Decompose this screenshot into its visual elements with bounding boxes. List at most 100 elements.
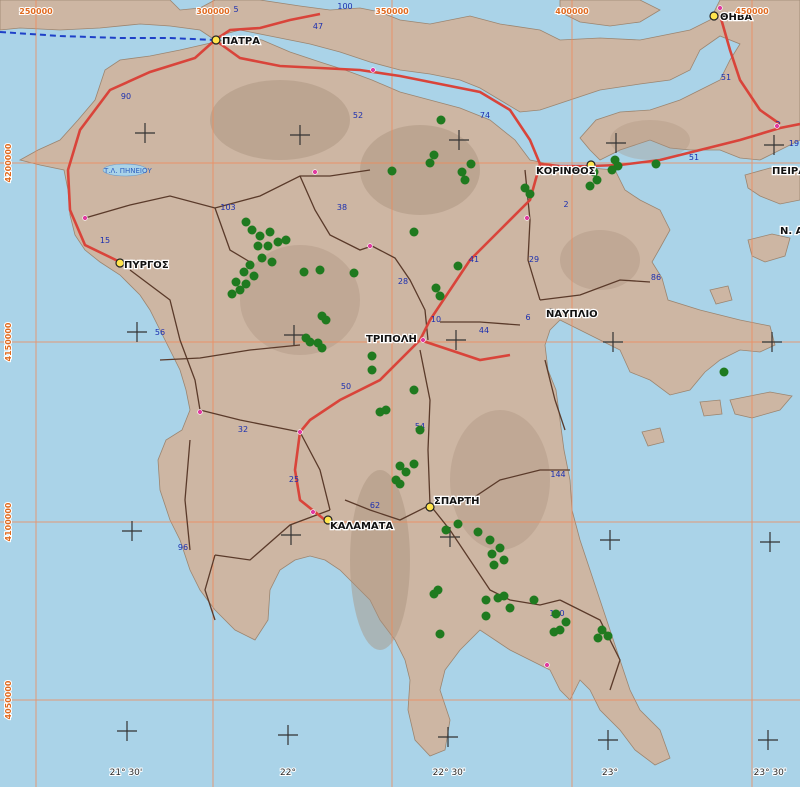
grid-label-easting: 400000 [555,7,589,16]
site-marker [431,283,441,293]
site-marker [499,591,509,601]
site-marker [227,289,237,299]
site-marker [321,315,331,325]
road-number-label: 96 [178,543,188,552]
site-marker [349,268,359,278]
longitude-label: 22° [280,768,296,778]
site-marker [495,543,505,553]
site-marker [453,519,463,529]
site-marker [466,159,476,169]
road-number-label: 10 [431,315,441,324]
city-label: ΝΑΥΠΛΙΟ [546,309,598,320]
site-marker [435,291,445,301]
city-8[interactable]: ΝΑΥΠΛΙΟ [545,308,599,322]
city-dot[interactable] [115,258,125,268]
city-7[interactable]: ΤΡΙΠΟΛΗ [365,333,418,347]
site-marker [263,241,273,251]
site-marker [367,351,377,361]
city-4[interactable]: ΠΕΙΡΑ [771,165,800,179]
road-number-label: 2 [563,200,568,209]
road-number-label: 52 [353,111,363,120]
site-marker [585,181,595,191]
site-marker [561,617,571,627]
map-view[interactable]: 5100479052742251511910338152841298610445… [0,0,800,787]
site-marker [247,225,257,235]
city-label: Ν. Α [780,226,800,237]
road-number-label: 51 [689,153,699,162]
site-marker [505,603,515,613]
site-marker [415,425,425,435]
city-label: ΠΑΤΡΑ [222,36,260,47]
site-marker [481,611,491,621]
road-number-label: 51 [721,73,731,82]
site-marker [317,343,327,353]
site-marker [409,227,419,237]
road-number-label: 15 [100,236,110,245]
road-number-label: 28 [398,277,408,286]
mountain-shade-4 [350,470,410,650]
road-number-label: 32 [238,425,248,434]
road-number-label: 90 [121,92,131,101]
road-number-label: 44 [479,326,489,335]
site-marker [239,267,249,277]
city-label: ΚΑΛΑΜΑΤΑ [330,521,393,532]
site-marker [281,235,291,245]
road-number-label: 74 [480,111,490,120]
site-marker [249,271,259,281]
road-number-label: 62 [370,501,380,510]
site-marker [231,277,241,287]
city-5[interactable]: Ν. Α [779,225,800,239]
road-number-label: 103 [220,203,235,212]
road-number-label: 47 [313,22,323,31]
longitude-label: 23° 30' [754,768,787,778]
grid-label-easting: 300000 [196,7,230,16]
site-marker [529,595,539,605]
site-marker [265,227,275,237]
site-marker [485,535,495,545]
mountain-shade-7 [610,120,690,160]
site-marker [315,265,325,275]
road-number-label: 19 [789,139,799,148]
city-label: ΠΥΡΓΟΣ [124,260,169,271]
road-number-label: 6 [525,313,530,322]
site-marker [436,115,446,125]
island-small-3 [699,399,723,417]
city-label: ΚΟΡΙΝΘΟΣ [536,166,596,177]
site-marker [257,253,267,263]
city-label: ΠΕΙΡΑ [772,166,800,177]
grid-label-northing: 4200000 [4,143,13,182]
site-marker [395,479,405,489]
site-marker [429,589,439,599]
city-label: ΣΠΑΡΤΗ [434,496,479,507]
site-marker [651,159,661,169]
site-marker [435,629,445,639]
mountain-shade-3 [240,245,360,355]
site-marker [429,150,439,160]
site-marker [273,237,283,247]
city-dot[interactable] [425,502,435,512]
site-marker [551,609,561,619]
road-number-label: 144 [550,470,565,479]
road-number-label: 25 [289,475,299,484]
city-label: ΤΡΙΠΟΛΗ [366,334,417,345]
site-marker [525,189,535,199]
site-marker [409,459,419,469]
city-dot[interactable] [709,11,719,21]
longitude-label: 23° [602,768,618,778]
site-marker [305,337,315,347]
site-marker [409,385,419,395]
grid-label-northing: 4150000 [4,322,13,361]
site-marker [499,555,509,565]
site-marker [489,560,499,570]
site-marker [267,257,277,267]
site-marker [719,367,729,377]
site-marker [253,241,263,251]
mountain-shade-1 [210,80,350,160]
city-dot[interactable] [211,35,221,45]
city-6[interactable]: ΠΥΡΓΟΣ [115,258,170,272]
road-number-label: 56 [155,328,165,337]
grid-label-easting: 450000 [735,7,769,16]
site-marker [425,158,435,168]
site-marker [487,549,497,559]
longitude-label: 22° 30' [433,768,466,778]
